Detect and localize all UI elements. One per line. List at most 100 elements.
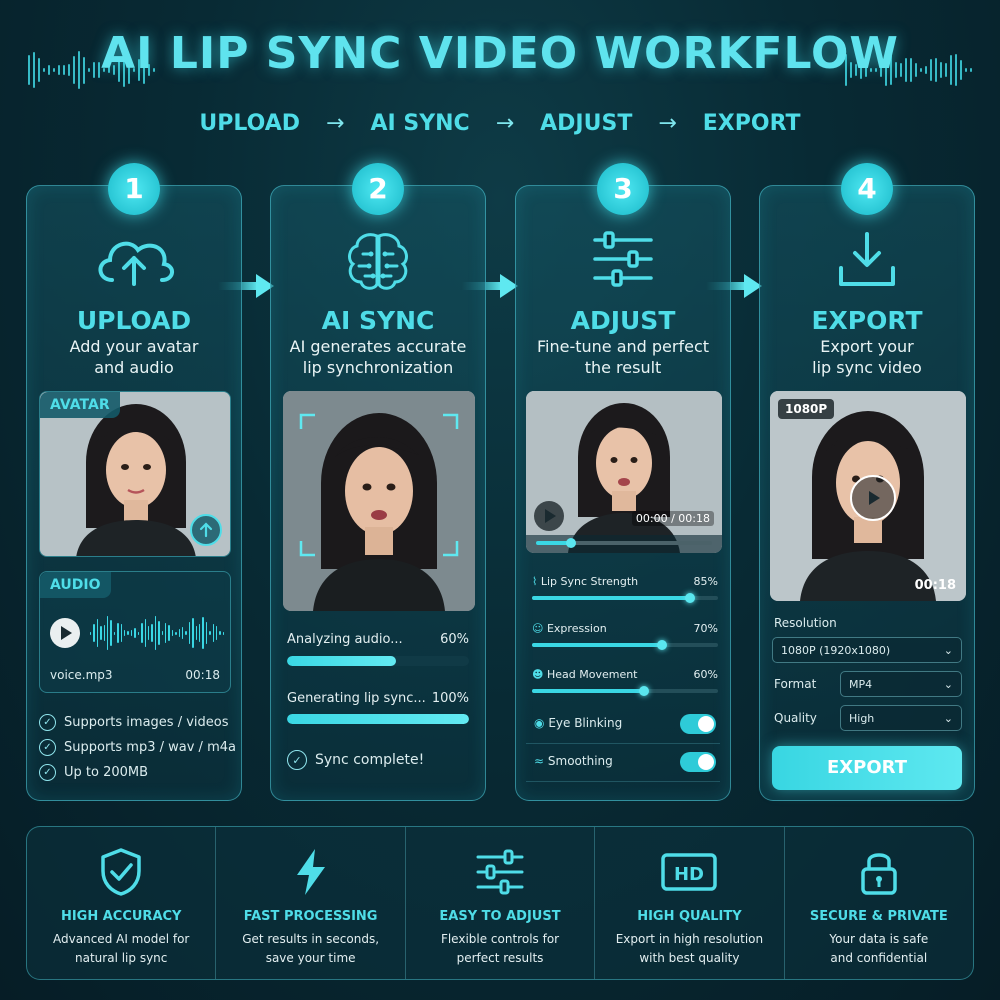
feature-description: Your data is safe and confidential bbox=[785, 930, 973, 968]
slider-fill bbox=[532, 686, 649, 696]
feature-title: SECURE & PRIVATE bbox=[809, 909, 948, 924]
progress-label: Analyzing audio... bbox=[287, 632, 403, 647]
check-icon: ✓ bbox=[39, 739, 56, 756]
file-name: voice.mp3 bbox=[50, 668, 113, 682]
wave-bar bbox=[134, 627, 136, 639]
wave-bar bbox=[205, 621, 208, 645]
wave-bar bbox=[117, 622, 119, 644]
seek-bar[interactable] bbox=[536, 538, 712, 548]
slider-fill bbox=[532, 593, 696, 603]
slider-label-text: Lip Sync Strength bbox=[540, 575, 639, 588]
slider-value: 60% bbox=[693, 668, 718, 681]
header: AI LIP SYNC VIDEO WORKFLOW bbox=[0, 28, 1000, 79]
wave-bar bbox=[209, 630, 211, 636]
slider-row-lip-sync-strength: ⌇ Lip Sync Strength 85% bbox=[532, 575, 718, 588]
format-select[interactable]: MP4 ⌄ bbox=[840, 671, 962, 697]
card-description: Add your avatar and audio bbox=[27, 336, 241, 378]
quality-select[interactable]: High ⌄ bbox=[840, 705, 962, 731]
feature-high-quality: HD HIGH QUALITY Export in high resolutio… bbox=[594, 827, 783, 979]
step-number-badge: 3 bbox=[597, 163, 649, 215]
play-button[interactable] bbox=[534, 501, 564, 531]
format-value: MP4 bbox=[849, 677, 873, 691]
resolution-badge: 1080P bbox=[778, 399, 835, 419]
feature-high-accuracy: HIGH ACCURACY Advanced AI model for natur… bbox=[27, 827, 215, 979]
description-line: AI generates accurate bbox=[289, 337, 467, 356]
audio-panel[interactable]: AUDIO voice.mp3 00:18 bbox=[39, 571, 231, 693]
slider-label-text: Head Movement bbox=[546, 668, 638, 681]
description-line: Export your bbox=[820, 337, 914, 356]
wave-bar bbox=[164, 623, 167, 643]
resolution-value: 1080P (1920x1080) bbox=[781, 643, 891, 657]
head-movement-slider[interactable] bbox=[532, 686, 718, 696]
feature-line: Your data is safe bbox=[829, 932, 929, 946]
check-text: Supports images / videos bbox=[64, 715, 229, 730]
toggle-label: ◉ Eye Blinking bbox=[534, 716, 622, 730]
eye-blinking-toggle[interactable] bbox=[680, 714, 716, 734]
sliders-icon bbox=[476, 849, 524, 895]
feature-description: Flexible controls for perfect results bbox=[406, 930, 594, 968]
lip-sync-strength-slider[interactable] bbox=[532, 593, 718, 603]
wave-bar bbox=[147, 625, 150, 641]
wave-bar bbox=[212, 623, 215, 642]
card-adjust: 3 ADJUST Fine-tune and perfect the result… bbox=[515, 163, 731, 801]
step-number-badge: 1 bbox=[108, 163, 160, 215]
chevron-down-icon: ⌄ bbox=[943, 643, 953, 657]
waveform-icon: ⌇ bbox=[532, 575, 538, 588]
slider-value: 85% bbox=[693, 575, 718, 588]
wave-bar bbox=[113, 631, 116, 635]
shield-check-icon bbox=[101, 848, 141, 896]
video-duration: 00:18 bbox=[914, 578, 956, 593]
toggle-label-text: Smoothing bbox=[547, 754, 613, 768]
avatar-label: AVATAR bbox=[40, 392, 120, 418]
expression-slider[interactable] bbox=[532, 640, 718, 650]
eye-icon: ◉ bbox=[534, 716, 545, 730]
seek-fill bbox=[536, 538, 577, 548]
export-button[interactable]: EXPORT bbox=[772, 746, 962, 790]
avatar-dropzone[interactable]: AVATAR bbox=[39, 391, 231, 557]
feature-line: natural lip sync bbox=[75, 951, 168, 965]
feature-line: Flexible controls for bbox=[440, 932, 560, 946]
wave-bar bbox=[120, 623, 123, 643]
feature-description: Export in high resolution with best quali… bbox=[595, 930, 783, 968]
play-button[interactable] bbox=[50, 618, 80, 648]
wave-bar bbox=[219, 630, 221, 636]
feature-line: save your time bbox=[265, 951, 356, 965]
smoothing-toggle[interactable] bbox=[680, 752, 716, 772]
card-upload: 1 UPLOAD Add your avatar and audio AVATAR… bbox=[26, 163, 242, 801]
wave-bar bbox=[141, 622, 143, 644]
progress-percent: 60% bbox=[440, 632, 469, 647]
toggle-label: ≈ Smoothing bbox=[534, 754, 613, 768]
wave-bar bbox=[181, 627, 184, 639]
upload-button[interactable] bbox=[190, 514, 222, 546]
export-preview[interactable]: 1080P 00:18 bbox=[770, 391, 966, 601]
feature-check-item: ✓ Supports images / videos bbox=[39, 714, 229, 731]
wave-bar bbox=[195, 626, 197, 640]
resolution-select[interactable]: 1080P (1920x1080) ⌄ bbox=[772, 637, 962, 663]
wave-bar bbox=[216, 625, 218, 641]
wave-bar bbox=[185, 631, 187, 635]
video-preview[interactable]: 00:00 / 00:18 bbox=[526, 391, 722, 553]
slider-fill bbox=[532, 640, 668, 650]
lightning-icon bbox=[296, 849, 325, 895]
chevron-down-icon: ⌄ bbox=[943, 677, 953, 691]
step-ai-sync: AI SYNC bbox=[370, 111, 470, 136]
wave-bar bbox=[171, 630, 174, 636]
step-upload: UPLOAD bbox=[199, 111, 301, 136]
sync-preview-image bbox=[283, 391, 475, 611]
wave-bar bbox=[107, 616, 109, 650]
wave-bar bbox=[100, 625, 102, 641]
wave-bar bbox=[151, 624, 153, 642]
description-line: Fine-tune and perfect bbox=[536, 337, 710, 356]
arrow-icon: → bbox=[658, 111, 677, 136]
audio-label: AUDIO bbox=[40, 572, 111, 598]
card-title: EXPORT bbox=[811, 306, 923, 335]
feature-description: Advanced AI model for natural lip sync bbox=[27, 930, 215, 968]
play-button[interactable] bbox=[850, 475, 896, 521]
resolution-label: Resolution bbox=[774, 616, 837, 630]
step-number-badge: 2 bbox=[352, 163, 404, 215]
chevron-down-icon: ⌄ bbox=[943, 711, 953, 725]
feature-line: and confidential bbox=[830, 951, 928, 965]
slider-label: ☻ Head Movement bbox=[532, 668, 638, 681]
progress-percent: 100% bbox=[431, 691, 469, 706]
cloud-upload-icon bbox=[98, 241, 174, 286]
